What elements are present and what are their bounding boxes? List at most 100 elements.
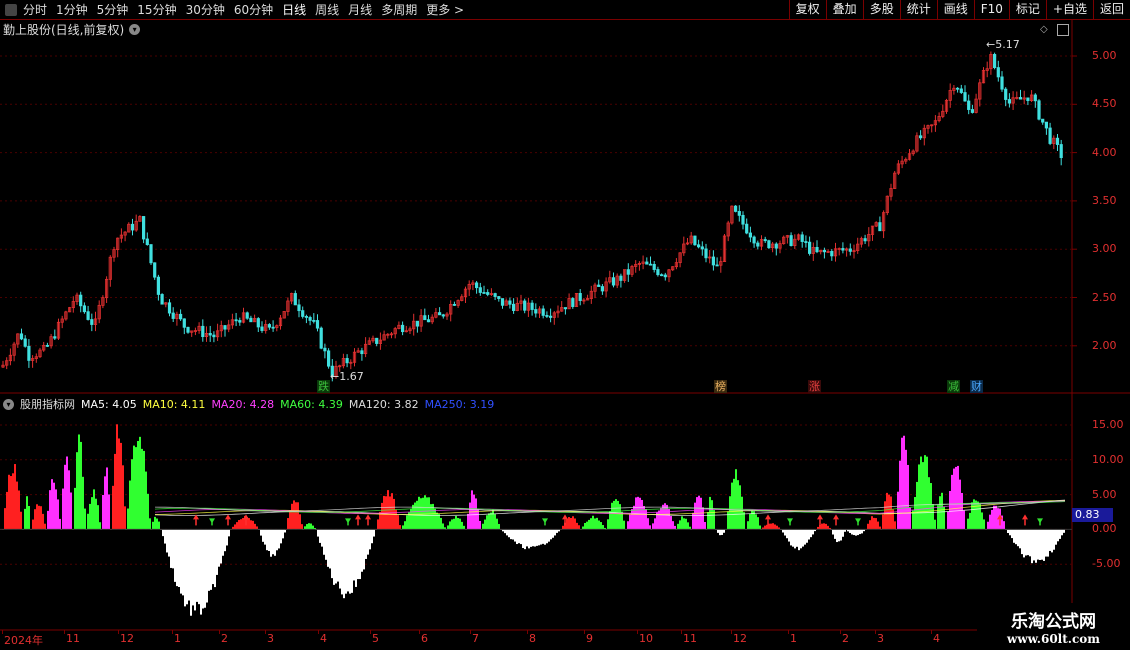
indicator-bar — [827, 525, 829, 530]
indicator-bar — [729, 496, 731, 530]
candle-body — [245, 312, 249, 319]
marker-3[interactable]: 减 — [947, 380, 960, 393]
indicator-bar — [677, 523, 679, 530]
marker-1[interactable]: 榜 — [714, 380, 727, 393]
candle-body — [1004, 88, 1008, 100]
indicator-bar — [562, 525, 564, 530]
marker-0[interactable]: 跌 — [317, 380, 330, 393]
indicator-bar — [74, 487, 76, 530]
indicator-bar — [310, 523, 312, 530]
date-tick-18: 4 — [933, 632, 940, 645]
candle-body — [482, 292, 486, 294]
indicator-bar — [196, 529, 198, 602]
indicator-bar — [649, 525, 651, 530]
indicator-bar — [832, 529, 834, 535]
indicator-bar — [449, 521, 451, 530]
indicator-bar — [112, 485, 114, 530]
indicator-bar — [520, 529, 522, 545]
chart-canvas[interactable] — [0, 0, 1130, 650]
indicator-bar — [544, 529, 546, 545]
indicator-bar — [118, 438, 120, 530]
indicator-bar — [615, 499, 617, 530]
indicator-bar — [963, 510, 965, 530]
indicator-bar — [702, 507, 704, 530]
indicator-bar — [321, 529, 323, 547]
indicator-bar — [198, 529, 200, 605]
indicator-bar — [154, 516, 156, 530]
indicator-bar — [176, 529, 178, 587]
chevron-down-icon[interactable]: ▾ — [3, 398, 14, 410]
candle-body — [345, 358, 349, 364]
candle-body — [323, 347, 327, 352]
indicator-bar — [825, 523, 827, 530]
date-tick-2: 12 — [120, 632, 134, 645]
indicator-bar — [733, 478, 735, 530]
candle-body — [500, 298, 505, 306]
indicator-bar — [875, 518, 877, 530]
candle-body — [23, 338, 27, 347]
date-tick-13: 11 — [683, 632, 697, 645]
candle-body — [249, 317, 253, 323]
candle-body — [808, 241, 812, 254]
indicator-bar — [674, 525, 676, 530]
indicator-bar — [451, 519, 453, 530]
indicator-bar — [156, 518, 158, 530]
indicator-bar — [106, 467, 108, 530]
indicator-bar — [291, 503, 293, 530]
date-tick-1: 11 — [66, 632, 80, 645]
indicator-bar — [76, 452, 78, 530]
candle-body — [993, 54, 997, 68]
indicator-bar — [293, 500, 295, 530]
indicator-bar — [842, 529, 844, 537]
indicator-bar — [749, 513, 751, 530]
indicator-bar — [654, 518, 656, 530]
price-tick-5: 2.50 — [1092, 290, 1117, 304]
date-tick-17: 3 — [877, 632, 884, 645]
ma-label-5: MA250: 3.19 — [424, 397, 495, 411]
candle-body — [271, 326, 275, 329]
indicator-bar — [381, 502, 383, 530]
indicator-bar — [598, 520, 600, 530]
price-tick-4: 3.00 — [1092, 242, 1117, 256]
candle-body — [79, 294, 83, 307]
indicator-bar — [967, 518, 969, 530]
indicator-bar — [108, 494, 110, 530]
indicator-bar — [218, 529, 220, 567]
indicator-bar — [337, 529, 339, 582]
indicator-bar — [214, 529, 216, 588]
indicator-bar — [897, 491, 899, 530]
indicator-bar — [660, 508, 662, 530]
indicator-bar — [808, 529, 810, 540]
indicator-bar — [951, 474, 953, 530]
indicator-bar — [983, 519, 985, 530]
candle-body — [996, 67, 1000, 78]
indicator-bar — [594, 518, 596, 530]
marker-4[interactable]: 财 — [970, 380, 983, 393]
indicator-bar — [238, 520, 240, 530]
indicator-bar — [492, 509, 494, 530]
indicator-bar — [200, 529, 202, 615]
indicator-bar — [141, 448, 143, 530]
candle-body — [774, 243, 778, 249]
candle-body — [212, 334, 216, 338]
indicator-bar — [208, 529, 210, 591]
indicator-bar — [467, 513, 469, 530]
date-tick-9: 7 — [472, 632, 479, 645]
indicator-bar — [353, 529, 355, 581]
indicator-bar — [1063, 529, 1065, 533]
indicator-bar — [731, 482, 733, 530]
candle-body — [715, 264, 719, 267]
indicator-bar — [979, 504, 981, 530]
signal-arrow — [365, 514, 371, 520]
candle-body — [234, 319, 238, 322]
candle-body — [1000, 76, 1004, 90]
candle-body — [1044, 121, 1048, 129]
indicator-bar — [995, 505, 997, 530]
indicator-bar — [236, 522, 238, 530]
indicator-bar — [550, 529, 552, 540]
indicator-bar — [152, 521, 154, 530]
date-tick-5: 3 — [267, 632, 274, 645]
marker-2[interactable]: 涨 — [808, 380, 821, 393]
indicator-bar — [32, 519, 34, 530]
indicator-bar — [347, 529, 349, 592]
